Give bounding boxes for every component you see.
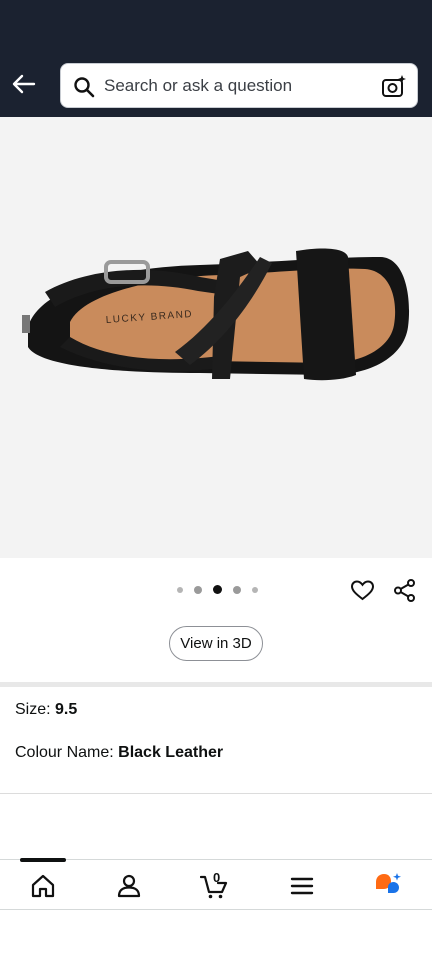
- camera-search-icon[interactable]: [381, 74, 407, 100]
- back-arrow-icon[interactable]: [10, 70, 38, 98]
- carousel-dot[interactable]: [177, 586, 183, 593]
- size-row[interactable]: Size: 9.5: [15, 701, 77, 719]
- home-icon[interactable]: [29, 872, 57, 900]
- carousel-dot-active[interactable]: [213, 585, 222, 594]
- search-placeholder: Search or ask a question: [104, 76, 293, 95]
- product-image[interactable]: LUCKY BRAND: [0, 117, 432, 558]
- heart-icon[interactable]: [350, 578, 375, 603]
- rufus-assistant-icon[interactable]: [374, 872, 402, 900]
- carousel-dot[interactable]: [252, 586, 258, 593]
- colour-label: Colour Name:: [15, 744, 119, 761]
- carousel-dot[interactable]: [194, 585, 202, 594]
- divider: [0, 793, 432, 794]
- search-icon: [74, 77, 95, 98]
- search-bar[interactable]: Search or ask a question: [60, 63, 418, 108]
- menu-icon[interactable]: [288, 872, 316, 900]
- share-icon[interactable]: [392, 578, 417, 603]
- top-header: Search or ask a question: [0, 0, 432, 117]
- account-icon[interactable]: [115, 872, 143, 900]
- sandal-image: LUCKY BRAND: [22, 248, 410, 381]
- section-divider: [0, 682, 432, 687]
- view-in-3d-button[interactable]: View in 3D: [169, 626, 263, 661]
- size-value: 9.5: [55, 701, 78, 718]
- size-label: Size:: [15, 701, 56, 718]
- colour-row[interactable]: Colour Name: Black Leather: [15, 744, 223, 762]
- active-tab-indicator: [20, 858, 66, 862]
- carousel-dot[interactable]: [233, 585, 241, 594]
- cart-count-badge: 0: [213, 870, 221, 885]
- colour-value: Black Leather: [118, 744, 224, 761]
- image-carousel-dots[interactable]: [177, 585, 258, 594]
